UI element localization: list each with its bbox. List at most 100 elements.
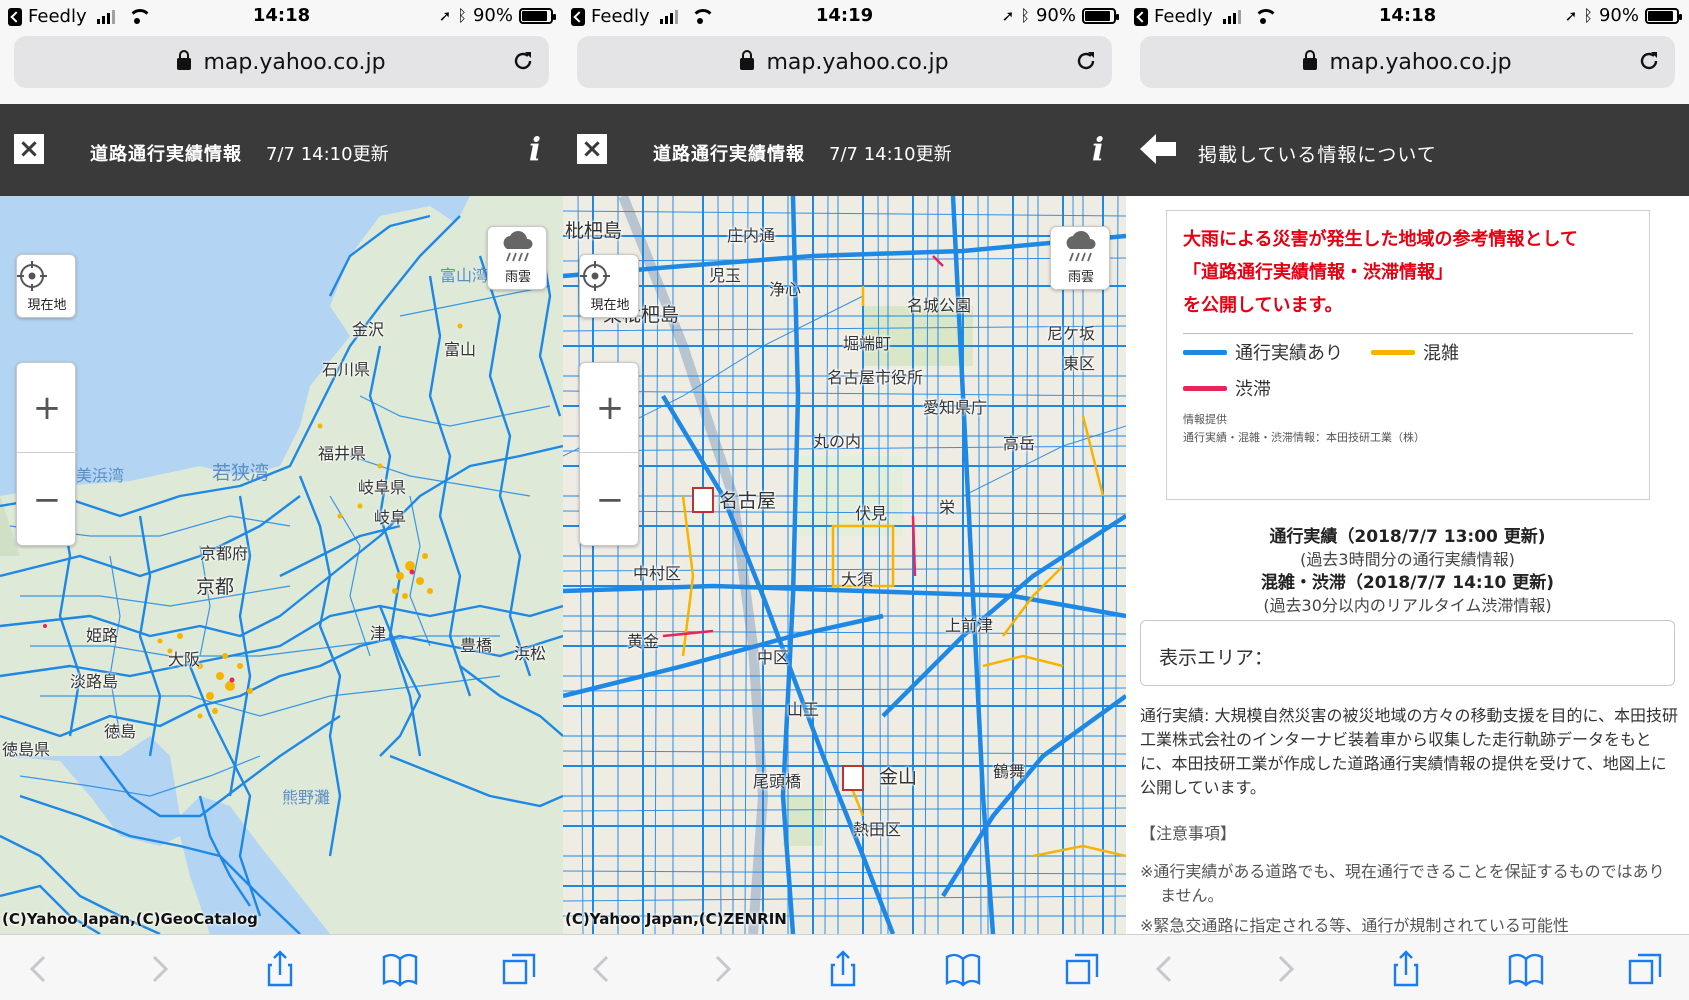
back-icon[interactable]	[583, 949, 623, 989]
map-label: 黄金	[627, 632, 660, 651]
zoom-in-button[interactable]: +	[580, 363, 640, 453]
address-bar[interactable]: map.yahoo.co.jp	[14, 36, 549, 88]
header-updated: 7/7 14:10更新	[829, 144, 952, 165]
bluetooth-icon: ᛒ	[1020, 6, 1030, 25]
bluetooth-icon: ᛒ	[1583, 6, 1593, 25]
legend-swatch	[1183, 349, 1227, 355]
reload-icon[interactable]	[511, 49, 535, 73]
legend-swatch	[1183, 385, 1227, 391]
info-button[interactable]: i	[1092, 130, 1104, 168]
info-panel: 大雨による災害が発生した地域の参考情報として 「道路通行実績情報・渋滞情報」 を…	[1126, 196, 1689, 934]
map-view[interactable]: 枇杷島 東枇杷島 浄心 名城公園 庄内通 児玉 尼ケ坂 堀端町 名古屋市役所 愛…	[563, 196, 1126, 934]
close-button[interactable]: ×	[577, 134, 607, 164]
current-location-button[interactable]: 現在地	[16, 254, 76, 318]
lock-icon	[1303, 50, 1318, 70]
legend-label: 通行実績あり	[1235, 343, 1343, 364]
address-bar[interactable]: map.yahoo.co.jp	[577, 36, 1112, 88]
back-icon[interactable]	[1146, 949, 1186, 989]
map-label: 児玉	[709, 266, 742, 285]
back-app-label: Feedly	[28, 6, 87, 27]
map-label: 堀端町	[843, 334, 892, 353]
bookmarks-icon[interactable]	[1506, 949, 1546, 989]
map-label: 丸の内	[813, 432, 862, 451]
back-to-app-button[interactable]: Feedly	[1134, 6, 1278, 27]
rain-cloud-button[interactable]: 雨雲	[1050, 226, 1110, 290]
map-label: 姫路	[86, 626, 119, 645]
tabs-icon[interactable]	[1063, 949, 1103, 989]
tabs-icon[interactable]	[1626, 949, 1666, 989]
share-icon[interactable]	[260, 949, 300, 989]
app-header: 掲載している情報について	[1126, 104, 1689, 196]
notice-line: を公開しています。	[1183, 295, 1343, 316]
forward-icon[interactable]	[138, 949, 178, 989]
info-button[interactable]: i	[529, 130, 541, 168]
current-location-label: 現在地	[27, 298, 67, 313]
map-view[interactable]: 富山湾 金沢 富山 石川県 福井県 岐阜県 若狭湾 久美浜湾 京都府 京都 姫路…	[0, 196, 563, 934]
forward-icon[interactable]	[1264, 949, 1304, 989]
location-arrow-icon: ➚	[1564, 6, 1578, 25]
bookmarks-icon[interactable]	[380, 949, 420, 989]
map-label: 若狭湾	[212, 462, 270, 484]
map-label: 京都府	[200, 544, 249, 563]
back-to-app-button[interactable]: Feedly	[571, 6, 715, 27]
battery-percent: 90%	[1598, 5, 1639, 26]
bookmarks-icon[interactable]	[943, 949, 983, 989]
battery-icon	[1082, 7, 1119, 24]
header-updated: 7/7 14:10更新	[266, 144, 389, 165]
phone-screen-2: Feedly 14:19 ➚ ᛒ 90% map.yahoo.co.jp × 道…	[563, 0, 1126, 1000]
bluetooth-icon: ᛒ	[457, 6, 467, 25]
notes-heading: 【注意事項】	[1140, 824, 1237, 843]
crosshair-icon	[580, 261, 610, 291]
map-label: 金山	[879, 766, 918, 788]
forward-icon[interactable]	[701, 949, 741, 989]
share-icon[interactable]	[1386, 949, 1426, 989]
zoom-control: + −	[579, 362, 640, 546]
back-arrow-icon[interactable]	[1140, 134, 1178, 164]
back-app-label: Feedly	[1154, 6, 1213, 27]
map-label: 豊橋	[460, 636, 493, 655]
screenshot-collage: Feedly 14:18 ➚ ᛒ 90% map.yahoo.co.jp × 道…	[0, 0, 1689, 1000]
tabs-icon[interactable]	[500, 949, 540, 989]
reload-icon[interactable]	[1637, 49, 1661, 73]
battery-percent: 90%	[1035, 5, 1076, 26]
lock-icon	[740, 50, 755, 70]
url-text: map.yahoo.co.jp	[766, 49, 949, 75]
wifi-icon	[1253, 8, 1278, 25]
zoom-out-button[interactable]: −	[580, 455, 640, 545]
map-label: 富山湾	[440, 266, 489, 285]
map-label: 庄内通	[727, 226, 776, 245]
map-label: 熱田区	[853, 820, 902, 839]
lock-icon	[177, 50, 192, 70]
share-icon[interactable]	[823, 949, 863, 989]
provider-text: 通行実績・混雑・渋滞情報：本田技研工業（株）	[1183, 431, 1425, 444]
crosshair-icon	[17, 261, 47, 291]
legend-label: 渋滞	[1235, 379, 1271, 400]
close-button[interactable]: ×	[14, 134, 44, 164]
divider	[1183, 333, 1633, 334]
zoom-in-button[interactable]: +	[17, 363, 77, 453]
display-area-field: 表示エリア：	[1140, 620, 1675, 686]
map-canvas-kansai	[0, 196, 563, 934]
url-text: map.yahoo.co.jp	[1329, 49, 1512, 75]
rain-cloud-button[interactable]: 雨雲	[487, 226, 547, 290]
reload-icon[interactable]	[1074, 49, 1098, 73]
header-title: 掲載している情報について	[1198, 144, 1437, 166]
map-label: 熊野灘	[282, 788, 331, 807]
notice-text: 大雨による災害が発生した地域の参考情報として 「道路通行実績情報・渋滞情報」 を…	[1183, 223, 1578, 322]
status-bar: Feedly 14:18 ➚ ᛒ 90%	[0, 0, 563, 32]
back-icon[interactable]	[20, 949, 60, 989]
map-label: 大須	[841, 570, 874, 589]
current-location-label: 現在地	[590, 298, 630, 313]
zoom-out-button[interactable]: −	[17, 455, 77, 545]
zoom-control: + −	[16, 362, 77, 546]
back-to-app-button[interactable]: Feedly	[8, 6, 152, 27]
current-location-button[interactable]: 現在地	[579, 254, 639, 318]
map-label: 上前津	[945, 616, 994, 635]
back-chevron-icon	[1134, 7, 1148, 26]
legend-item: 通行実績あり	[1183, 339, 1343, 365]
legend-swatch	[1371, 349, 1415, 355]
address-bar[interactable]: map.yahoo.co.jp	[1140, 36, 1675, 88]
map-label: 名城公園	[907, 296, 972, 315]
battery-percent: 90%	[472, 5, 513, 26]
map-label: 徳島県	[2, 740, 51, 759]
